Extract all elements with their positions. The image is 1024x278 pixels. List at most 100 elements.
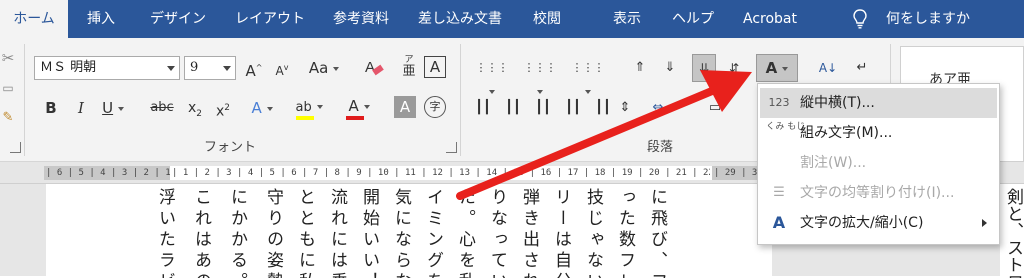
document-line: 流れには乗ら [327,188,347,278]
grow-font-icon[interactable]: A^ [244,56,264,80]
shrink-font-icon[interactable]: Av [272,56,292,80]
font-color-icon[interactable]: A [342,94,376,120]
underline-button[interactable]: U [98,96,128,120]
document-line: にかかる。↑ [227,188,247,278]
lightbulb-icon [853,9,867,29]
document-line: 弾き出された [519,188,539,278]
document-line: リーは自分の [551,188,571,278]
group-separator [24,44,25,156]
document-line: これはあの [191,188,211,278]
sort-icon[interactable]: A↓ [816,56,840,80]
font-name-value: ＭＳ 明朝 [40,60,97,75]
combine-characters-icon: くみ もじ [766,122,806,132]
document-line: 浮いたラビス [155,188,175,278]
tab-mailings[interactable]: 差し込み文書 [410,0,510,38]
decrease-indent-icon[interactable]: ⇑ [628,56,652,80]
multilevel-list-icon[interactable]: ⋮⋮⋮ [568,56,608,94]
shading-icon[interactable]: ⇔ [648,96,678,120]
horizontal-in-vertical-icon: 123 [768,96,790,109]
font-group-label: フォント [203,140,256,155]
font-launcher-icon[interactable] [446,142,457,153]
group-separator [460,44,461,156]
tab-review[interactable]: 校閲 [524,0,570,38]
align-bottom-icon[interactable]: ┃┃ [532,96,554,120]
next-page-char: ト [1003,256,1023,273]
tab-references[interactable]: 参考資料 [324,0,398,38]
copy-icon[interactable]: ▭ [0,76,16,100]
document-line: に飛び、フレ [647,188,667,278]
enclosed-character-icon[interactable]: 字 [424,96,446,118]
clear-formatting-icon[interactable]: A [362,56,386,80]
document-line: 技じゃない。 [583,188,603,278]
bold-button[interactable]: B [40,96,62,120]
bullets-icon[interactable]: ⋮⋮⋮ [472,56,512,94]
strikethrough-button[interactable]: abc [148,96,176,120]
superscript-button[interactable]: x2 [212,96,234,120]
increase-indent-icon[interactable]: ⇓ [658,56,682,80]
submenu-arrow-icon [982,219,987,227]
font-size-value: 9 [190,60,199,75]
show-marks-icon[interactable]: ↵ [850,56,874,80]
text-effects-icon[interactable]: A [246,96,278,120]
document-line: った数フレー [615,188,635,278]
character-shading-icon[interactable]: A [394,96,416,118]
document-line: とともに私は [295,188,315,278]
borders-icon[interactable]: ▭ [700,96,730,120]
format-painter-icon[interactable]: ✎ [0,106,16,130]
document-line: 守りの姿勢な [263,188,283,278]
ruler-main-marks: | 1 | 2 | 3 | 4 | 5 | 6 | 7 | 8 | 9 | 10… [172,168,710,178]
tab-insert[interactable]: 挿入 [78,0,124,38]
character-scale-icon: A [772,213,786,232]
document-line: りなっている [487,188,507,278]
asian-layout-button[interactable]: ⇵ [722,56,746,80]
tab-design[interactable]: デザイン [142,0,214,38]
change-case-icon[interactable]: Aa [306,56,342,80]
menu-item-label: 文字の均等割り付け(I)... [800,185,955,201]
font-name-combo[interactable]: ＭＳ 明朝 [34,56,180,80]
menu-item-character-scale[interactable]: A 文字の拡大/縮小(C) [760,208,997,238]
font-size-combo[interactable]: 9 [184,56,236,80]
character-border-icon[interactable]: A [424,56,446,78]
tab-help[interactable]: ヘルプ [668,0,718,38]
chevron-down-icon[interactable] [223,66,231,71]
next-page-char: 剣 [1003,188,1023,205]
text-direction-button[interactable]: ⇊ [692,54,716,82]
tab-acrobat[interactable]: Acrobat [724,0,816,38]
next-page-char: と、 [1003,205,1023,239]
menu-item-label: 縦中横(T)... [800,95,875,111]
menu-item-fit-text[interactable]: ☰ 文字の均等割り付け(I)... [760,178,997,208]
subscript-button[interactable]: x2 [184,96,206,120]
ruler-left-marks: | 6 | 5 | 4 | 3 | 2 | 1 | [46,168,170,178]
tab-layout[interactable]: レイアウト [228,0,312,38]
distributed-icon[interactable]: ┃┃ [592,96,614,120]
tab-view[interactable]: 表示 [604,0,650,38]
document-line: 開始いい！ [359,188,379,278]
clipboard-launcher-icon[interactable] [10,142,21,153]
ribbon-tab-bar: ホーム 挿入 デザイン レイアウト 参考資料 差し込み文書 校閲 表示 ヘルプ … [0,0,1024,38]
document-line-next-page: 剣と、ストロ [1002,188,1024,278]
phonetic-guide-icon[interactable]: ア亜 [398,54,420,82]
tell-me-label: 何をしますか [886,11,970,27]
highlight-color-icon[interactable]: ab [292,94,326,120]
asian-layout-menu: 123 縦中横(T)... くみ もじ 組み文字(M)... 割注(W)... … [757,83,1000,245]
next-page-char: ス [1003,239,1023,256]
menu-item-two-lines-in-one[interactable]: 割注(W)... [760,148,997,178]
asian-layout-dropdown-button[interactable]: A [756,54,798,82]
fit-text-icon: ☰ [773,185,785,200]
menu-item-label: 組み文字(M)... [800,125,893,141]
align-top-icon[interactable]: ┃┃ [472,96,494,120]
paragraph-group-label: 段落 [646,140,673,155]
line-spacing-icon[interactable]: ⇕ [614,96,636,120]
menu-item-horizontal-in-vertical[interactable]: 123 縦中横(T)... [760,88,997,118]
italic-button[interactable]: I [70,96,92,120]
align-center-icon[interactable]: ┃┃ [502,96,524,120]
tab-home[interactable]: ホーム [0,0,68,38]
cut-icon[interactable]: ✂ [0,46,16,70]
justify-icon[interactable]: ┃┃ [562,96,584,120]
menu-item-label: 文字の拡大/縮小(C) [800,215,924,231]
document-line: イミングを狙 [423,188,443,278]
menu-item-combine-characters[interactable]: くみ もじ 組み文字(M)... [760,118,997,148]
numbering-icon[interactable]: ⋮⋮⋮ [520,56,560,94]
chevron-down-icon[interactable] [167,66,175,71]
menu-item-label: 割注(W)... [800,155,867,171]
